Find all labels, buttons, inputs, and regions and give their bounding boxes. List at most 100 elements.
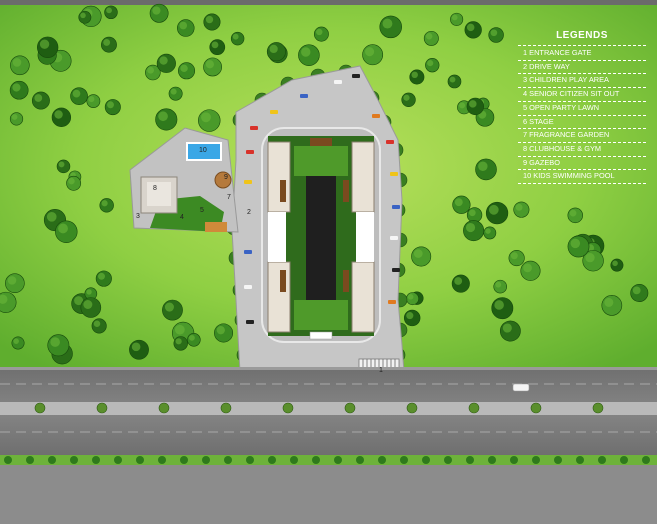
road-car bbox=[512, 383, 530, 392]
hedge-shrub bbox=[312, 456, 320, 464]
marker-entrance-gate: 1 bbox=[379, 367, 383, 374]
tree-highlight bbox=[88, 96, 95, 103]
spine-garden-bottom bbox=[294, 300, 348, 330]
tree-highlight bbox=[490, 29, 498, 37]
tree-highlight bbox=[454, 277, 463, 285]
median-tree bbox=[592, 402, 604, 414]
tree-highlight bbox=[106, 7, 112, 14]
tree-highlight bbox=[407, 294, 414, 300]
legend-item: 9 GAZEBO bbox=[518, 157, 646, 171]
tree-highlight bbox=[58, 223, 68, 234]
legend-item: 3 CHILDREN PLAY AREA bbox=[518, 74, 646, 89]
parked-car bbox=[334, 80, 342, 84]
legend-item: 7 FRAGRANCE GARDEN bbox=[518, 129, 646, 143]
parked-car bbox=[372, 114, 380, 118]
building-left-mid bbox=[268, 212, 286, 262]
tree-highlight bbox=[469, 209, 476, 217]
parked-car bbox=[392, 205, 400, 209]
parked-car bbox=[390, 172, 398, 176]
hedge-shrub bbox=[202, 456, 210, 464]
tree-highlight bbox=[68, 177, 75, 185]
marker-senior-sit-out: 4 bbox=[180, 214, 184, 221]
tree-highlight bbox=[103, 38, 111, 46]
median-tree bbox=[158, 402, 170, 414]
parked-car bbox=[392, 268, 400, 272]
hedge-shrub bbox=[444, 456, 452, 464]
marker-kids-pool: 10 bbox=[199, 147, 207, 154]
parked-car bbox=[250, 126, 258, 130]
hedge-shrub bbox=[158, 456, 166, 464]
tree-highlight bbox=[39, 39, 50, 49]
tree-highlight bbox=[147, 66, 154, 74]
road-edge-top bbox=[0, 367, 657, 370]
tree-highlight bbox=[494, 300, 504, 310]
legend-item: 2 DRIVE WAY bbox=[518, 61, 646, 75]
legend-item: 10 KIDS SWIMMING POOL bbox=[518, 170, 646, 185]
marker-clubhouse: 8 bbox=[153, 185, 157, 192]
bench-3 bbox=[280, 270, 286, 292]
clubhouse-roof bbox=[147, 182, 171, 206]
building-right-bottom bbox=[351, 261, 375, 333]
hedge-shrub bbox=[378, 456, 386, 464]
hedge-shrub bbox=[92, 456, 100, 464]
tree-highlight bbox=[131, 342, 141, 352]
tree-highlight bbox=[54, 110, 63, 119]
tree-highlight bbox=[205, 60, 214, 69]
tree-highlight bbox=[188, 334, 195, 341]
tree-highlight bbox=[58, 161, 65, 168]
hedge-shrub bbox=[290, 456, 298, 464]
tree-highlight bbox=[12, 83, 21, 92]
tree-highlight bbox=[382, 18, 393, 29]
bottom-border bbox=[0, 465, 657, 524]
tree-highlight bbox=[86, 289, 92, 295]
pergola-bottom bbox=[309, 331, 333, 340]
tree-highlight bbox=[211, 41, 219, 49]
marker-gazebo: 9 bbox=[224, 174, 228, 181]
tree-highlight bbox=[454, 198, 463, 207]
hedge-shrub bbox=[334, 456, 342, 464]
tree-highlight bbox=[427, 60, 434, 67]
legend-item: 1 ENTRANCE GATE bbox=[518, 47, 646, 61]
central-spine bbox=[306, 150, 336, 326]
hedge-shrub bbox=[466, 456, 474, 464]
hedge-shrub bbox=[26, 456, 34, 464]
tree-highlight bbox=[403, 94, 410, 101]
hedge-shrub bbox=[48, 456, 56, 464]
legend: LEGENDS 1 ENTRANCE GATE 2 DRIVE WAY 3 CH… bbox=[518, 30, 646, 185]
tree-highlight bbox=[13, 338, 19, 344]
building-right-mid bbox=[356, 212, 374, 262]
hedge-shrub bbox=[488, 456, 496, 464]
parked-car bbox=[352, 74, 360, 78]
hedge-shrub bbox=[114, 456, 122, 464]
hedge-shrub bbox=[180, 456, 188, 464]
hedge-shrub bbox=[532, 456, 540, 464]
tree-highlight bbox=[523, 263, 532, 273]
marker-party-lawn: 5 bbox=[200, 207, 204, 214]
tree-highlight bbox=[158, 111, 168, 122]
tree-highlight bbox=[107, 101, 114, 109]
tree-highlight bbox=[495, 281, 502, 288]
tree-highlight bbox=[232, 33, 239, 40]
hedge-shrub bbox=[576, 456, 584, 464]
tree-highlight bbox=[488, 204, 499, 215]
median-tree bbox=[220, 402, 232, 414]
parked-car bbox=[386, 140, 394, 144]
hedge-shrub bbox=[224, 456, 232, 464]
tree-highlight bbox=[159, 56, 168, 65]
parked-car bbox=[390, 236, 398, 240]
marker-drive-way: 2 bbox=[247, 209, 251, 216]
tree-highlight bbox=[469, 100, 477, 108]
hedge-shrub bbox=[642, 456, 650, 464]
tree-highlight bbox=[449, 76, 456, 83]
hedge-shrub bbox=[136, 456, 144, 464]
hedge-shrub bbox=[356, 456, 364, 464]
tree-highlight bbox=[201, 112, 211, 123]
parked-car bbox=[246, 320, 254, 324]
spine-garden-top bbox=[294, 146, 348, 176]
tree-highlight bbox=[83, 299, 93, 309]
parked-car bbox=[388, 300, 396, 304]
tree-highlight bbox=[569, 209, 577, 217]
gazebo bbox=[214, 171, 232, 189]
tree-highlight bbox=[152, 6, 161, 15]
tree-highlight bbox=[485, 228, 491, 234]
